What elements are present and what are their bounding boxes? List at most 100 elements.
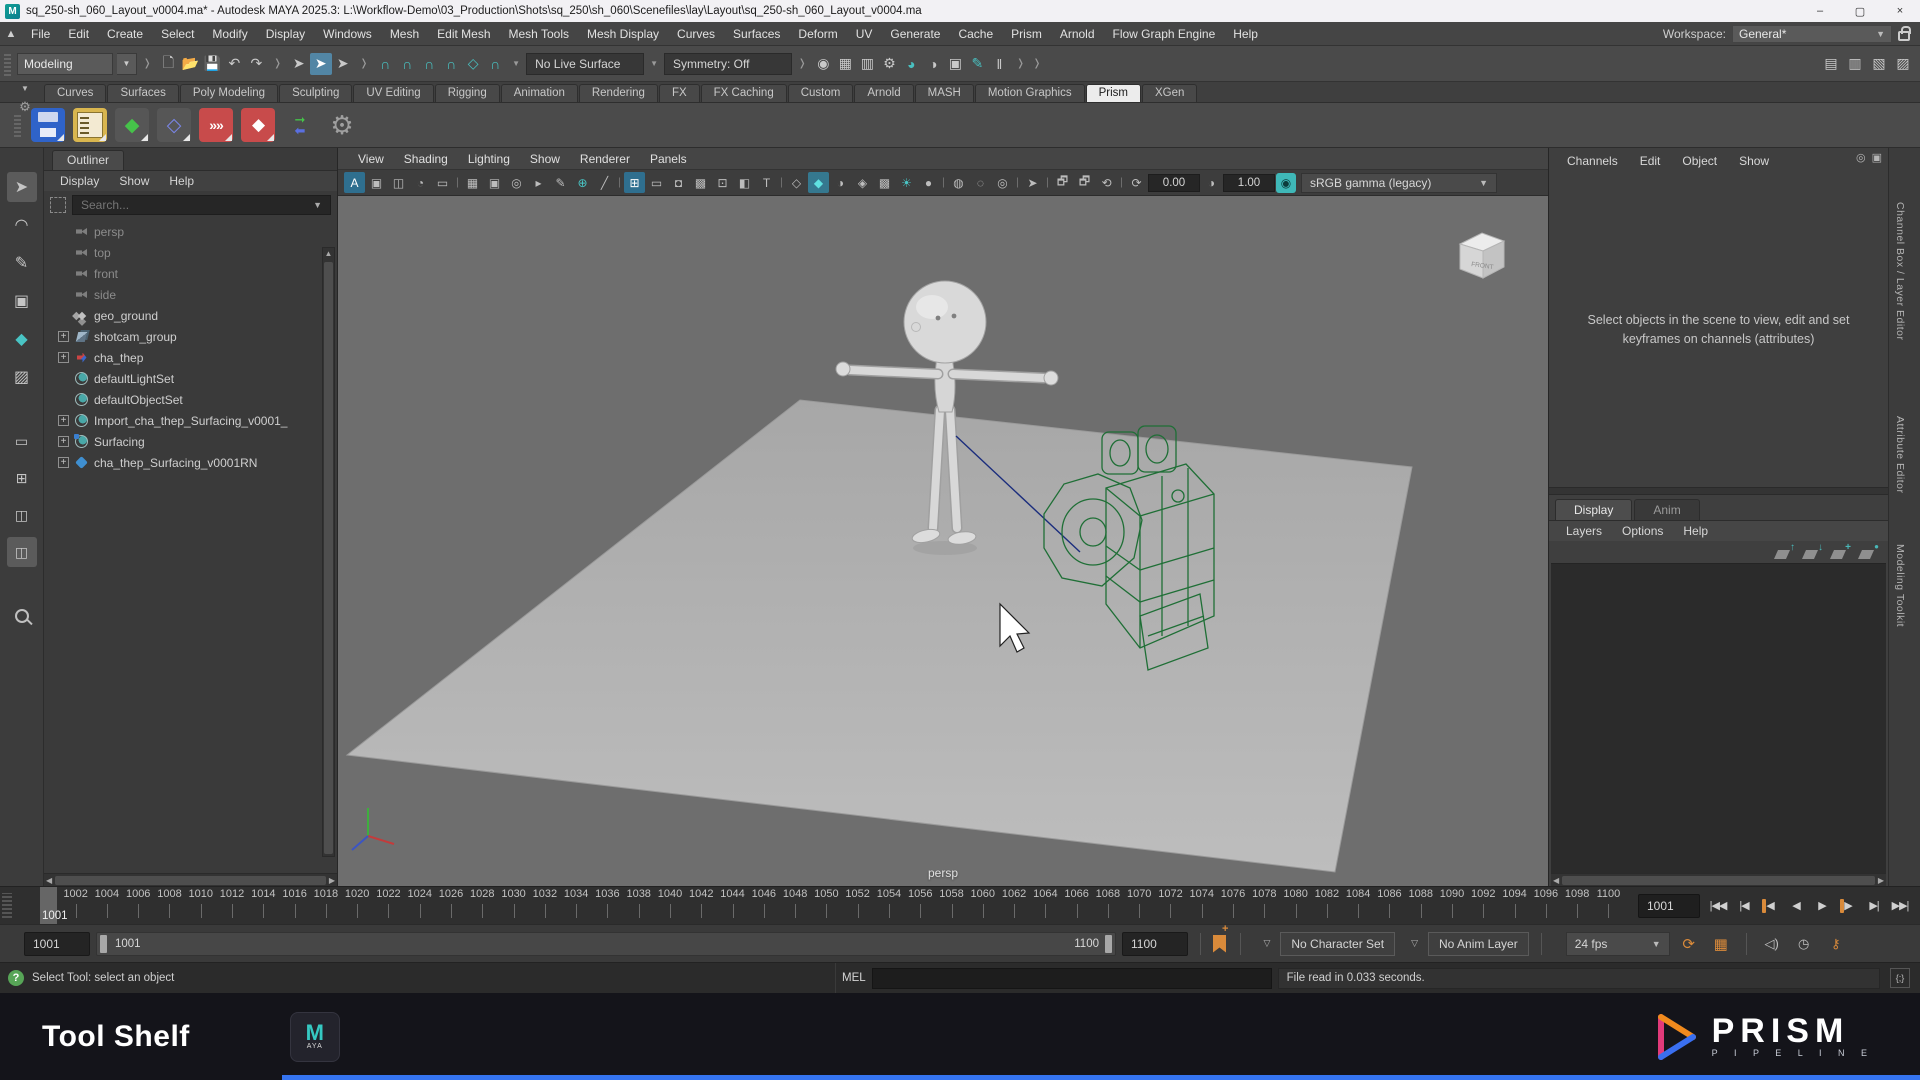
shelf-tab[interactable]: Curves [44, 84, 106, 102]
play-backwards-button[interactable]: ◀ [1784, 894, 1808, 918]
outliner-menu-item[interactable]: Display [52, 174, 107, 188]
move-layer-down-icon[interactable] [1804, 545, 1822, 559]
scroll-left-icon[interactable]: ◀ [1553, 876, 1559, 885]
time-slider-grip[interactable] [2, 893, 12, 918]
outliner-item[interactable]: + cha_thep [44, 347, 337, 368]
zoom-tool-icon[interactable] [7, 601, 37, 631]
menu-item[interactable]: File [22, 27, 59, 41]
symmetry-field[interactable]: Symmetry: Off [664, 53, 792, 75]
snap-point-icon[interactable]: ∩ [418, 53, 440, 75]
shelf-tab[interactable]: Arnold [854, 84, 913, 102]
menu-item[interactable]: Windows [314, 27, 381, 41]
viewport-canvas[interactable]: FRONT persp [338, 196, 1548, 886]
viewport-menu-item[interactable]: View [348, 152, 394, 166]
close-button[interactable]: × [1880, 0, 1920, 22]
image-plane-icon[interactable]: ▭ [432, 172, 453, 193]
open-scene-icon[interactable]: 📂 [179, 53, 201, 75]
tab-attribute-editor[interactable]: Attribute Editor [1894, 416, 1906, 493]
channel-box-menu-item[interactable]: Channels [1557, 154, 1628, 168]
shelf-tab[interactable]: MASH [915, 84, 974, 102]
snap-view-plane-icon[interactable]: ◇ [462, 53, 484, 75]
checker-icon[interactable]: ▩ [874, 172, 895, 193]
outliner-item[interactable]: + Import_cha_thep_Surfacing_v0001_ [44, 410, 337, 431]
menu-item[interactable]: Edit [59, 27, 98, 41]
live-surface-field[interactable]: No Live Surface [526, 53, 644, 75]
sep[interactable]: ❘ [778, 172, 785, 193]
textured-icon[interactable]: ◑ [830, 172, 851, 193]
expand-icon[interactable]: + [58, 436, 69, 447]
menu-set-dropdown[interactable]: Modeling [17, 53, 113, 75]
lookdev-icon[interactable]: ▣ [944, 53, 966, 75]
viewport-menu-item[interactable]: Panels [640, 152, 697, 166]
shadows-icon[interactable]: ● [918, 172, 939, 193]
menu-item[interactable]: Arnold [1051, 27, 1104, 41]
single-pane-layout-icon[interactable]: ▭ [7, 426, 37, 456]
menu-item[interactable]: Mesh Tools [500, 27, 578, 41]
status-line-grip[interactable] [4, 52, 11, 76]
move-layer-up-icon[interactable] [1776, 545, 1794, 559]
shelf-tab[interactable]: FX Caching [701, 84, 787, 102]
layer-horizontal-scrollbar[interactable]: ◀▶ [1551, 873, 1886, 886]
menu-item[interactable]: Modify [203, 27, 256, 41]
collapse-arrow-icon[interactable]: ❭ [1014, 58, 1026, 69]
mute-audio-icon[interactable]: ◁) [1759, 936, 1785, 952]
step-back-key-button[interactable]: ◀ [1758, 894, 1782, 918]
xray-joints-icon[interactable]: 🗗 [1074, 172, 1095, 193]
outliner-item[interactable]: + shotcam_group [44, 326, 337, 347]
workspace-lock-icon[interactable] [1898, 31, 1910, 41]
create-empty-layer-icon[interactable] [1860, 545, 1878, 559]
command-line-language-label[interactable]: MEL [842, 972, 866, 984]
search-input[interactable] [79, 197, 313, 213]
resolution-gate-icon[interactable]: ◘ [668, 172, 689, 193]
gamma-icon[interactable]: ◑ [1201, 172, 1222, 193]
step-back-frame-button[interactable]: |◀ [1732, 894, 1756, 918]
gamma-field[interactable]: 1.00 [1223, 174, 1275, 192]
viewport-menu-item[interactable]: Shading [394, 152, 458, 166]
create-layer-with-selected-icon[interactable] [1832, 545, 1850, 559]
snap-move-icon[interactable]: ⊕ [572, 172, 593, 193]
wireframe-icon[interactable]: ◇ [786, 172, 807, 193]
safe-action-icon[interactable]: ◧ [734, 172, 755, 193]
character-set-arrow-icon[interactable]: ▽ [1263, 938, 1270, 949]
lasso-tool-icon[interactable]: ◠ [7, 210, 37, 240]
select-component-icon[interactable]: ➤ [332, 53, 354, 75]
loop-playback-icon[interactable]: ⟳ [1676, 935, 1702, 953]
panel-splitter[interactable] [1549, 487, 1888, 495]
menu-item[interactable]: Cache [949, 27, 1002, 41]
chevron-down-icon[interactable]: ▼ [648, 59, 660, 68]
menu-item[interactable]: Mesh Display [578, 27, 668, 41]
outliner-tab[interactable]: Outliner [52, 150, 124, 170]
channel-box-menu-item[interactable]: Object [1672, 154, 1727, 168]
command-line-input[interactable] [872, 968, 1272, 989]
menu-item[interactable]: Generate [881, 27, 949, 41]
outliner-item[interactable]: + defaultObjectSet [44, 389, 337, 410]
shelf-gear-icon[interactable]: ⚙ [19, 99, 31, 115]
expand-icon[interactable]: + [58, 415, 69, 426]
xray-icon[interactable]: 🗗 [1052, 172, 1073, 193]
rotate-tool-icon[interactable]: ◆ [7, 324, 37, 354]
anim-layer-dropdown[interactable]: No Anim Layer [1428, 932, 1529, 956]
outliner-horizontal-scrollbar[interactable]: ◀▶ [44, 873, 337, 886]
use-all-lights-icon[interactable]: ☀ [896, 172, 917, 193]
cam-gate-icon[interactable]: ◎ [506, 172, 527, 193]
menu-item[interactable]: Deform [789, 27, 846, 41]
render-current-frame-icon[interactable]: ▦ [834, 53, 856, 75]
menu-item[interactable]: Mesh [381, 27, 428, 41]
maya-taskbar-icon[interactable]: M AYA [290, 1012, 340, 1062]
shelf-tab[interactable]: Custom [788, 84, 854, 102]
shelf-tab[interactable]: XGen [1142, 84, 1197, 102]
exposure-reset-icon[interactable]: ⟲ [1096, 172, 1117, 193]
select-object-icon[interactable]: ➤ [310, 53, 332, 75]
exposure-icon[interactable]: ⟳ [1126, 172, 1147, 193]
layer-editor-tab[interactable]: Display [1555, 499, 1632, 520]
snap-curve-icon[interactable]: ∩ [396, 53, 418, 75]
scroll-left-icon[interactable]: ◀ [46, 876, 52, 885]
toggle-channel-box-icon[interactable]: ▨ [1892, 53, 1914, 75]
prism-playblast-icon[interactable]: »» [199, 108, 233, 142]
shelf-tab[interactable]: Prism [1086, 84, 1141, 102]
view-camera-icon[interactable]: ▦ [462, 172, 483, 193]
snap-grid-icon[interactable]: ∩ [374, 53, 396, 75]
isolate-select-icon[interactable]: ➤ [1022, 172, 1043, 193]
outliner-item[interactable]: + cha_thep_Surfacing_v0001RN [44, 452, 337, 473]
shelf-tab[interactable]: Motion Graphics [975, 84, 1085, 102]
